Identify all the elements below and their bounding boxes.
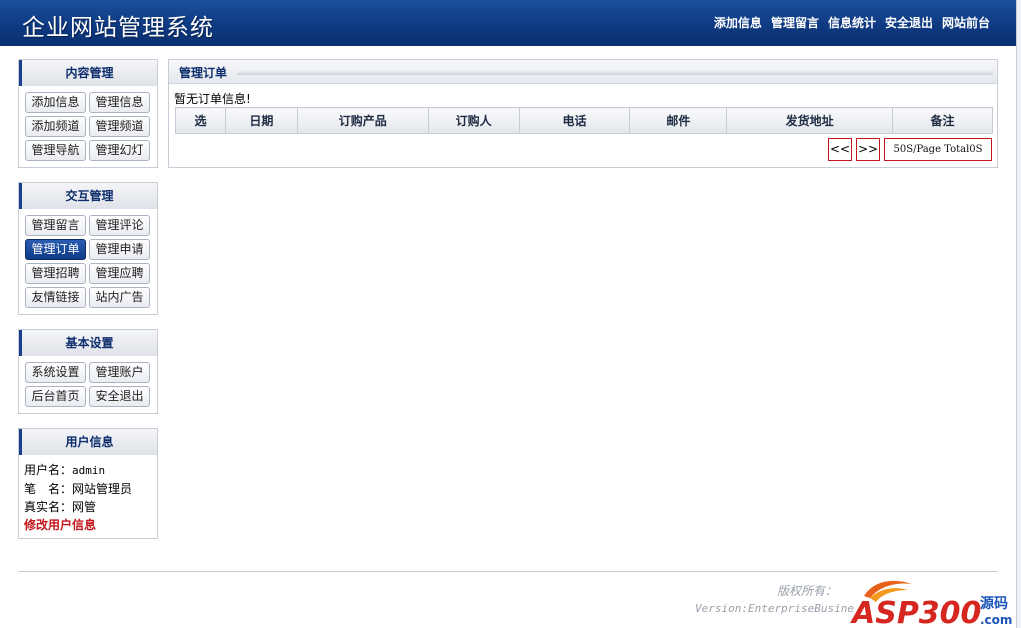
manage-messages-button[interactable]: 管理留言 — [25, 215, 86, 236]
col-phone: 电话 — [518, 107, 631, 134]
manage-applications-button[interactable]: 管理申请 — [89, 239, 150, 260]
manage-slides-button[interactable]: 管理幻灯 — [89, 140, 150, 161]
realname-row: 真实名：网管 — [24, 498, 152, 516]
col-product: 订购产品 — [296, 107, 429, 134]
next-page-button[interactable]: >> — [856, 138, 880, 161]
page-info: 50S/Page Total0S — [884, 138, 992, 161]
asp300-logo-icon: ASP300 源码 .com — [850, 580, 1012, 628]
orders-panel: 管理订单 暂无订单信息! 选 日期 订购产品 订购人 电话 邮件 发货地址 备注… — [168, 59, 998, 168]
nav-statistics[interactable]: 信息统计 — [828, 14, 876, 31]
panel-interaction-management: 交互管理 管理留言 管理评论 管理订单 管理申请 管理招聘 管理应聘 友情链接 … — [18, 182, 158, 315]
prev-page-button[interactable]: << — [828, 138, 852, 161]
admin-home-button[interactable]: 后台首页 — [25, 386, 86, 407]
scrollbar-track[interactable] — [1016, 0, 1021, 628]
nav-logout[interactable]: 安全退出 — [885, 14, 933, 31]
logo-text: ASP300 — [850, 596, 981, 628]
nav-manage-messages[interactable]: 管理留言 — [771, 14, 819, 31]
panel-basic-settings: 基本设置 系统设置 管理账户 后台首页 安全退出 — [18, 329, 158, 414]
pagination: << >> 50S/Page Total0S — [828, 138, 992, 161]
username-value: admin — [72, 464, 106, 477]
col-address: 发货地址 — [726, 107, 894, 134]
orders-panel-header: 管理订单 — [169, 60, 997, 84]
empty-notice: 暂无订单信息! — [174, 92, 251, 106]
add-info-button[interactable]: 添加信息 — [25, 92, 86, 113]
col-select: 选 — [175, 107, 226, 134]
manage-channel-button[interactable]: 管理频道 — [89, 116, 150, 137]
manage-job-applications-button[interactable]: 管理应聘 — [89, 263, 150, 284]
header-divider — [237, 71, 993, 75]
edit-user-info-link[interactable]: 修改用户信息 — [24, 516, 152, 534]
manage-orders-button[interactable]: 管理订单 — [25, 239, 86, 260]
version-text: Version:EnterpriseBusiness — [695, 602, 855, 615]
manage-info-button[interactable]: 管理信息 — [89, 92, 150, 113]
top-header: 企业网站管理系统 添加信息 管理留言 信息统计 安全退出 网站前台 — [0, 0, 1016, 46]
nickname-label: 笔 名： — [24, 482, 73, 496]
panel-title: 用户信息 — [19, 429, 157, 455]
panel-title: 内容管理 — [19, 60, 157, 86]
manage-nav-button[interactable]: 管理导航 — [25, 140, 86, 161]
realname-value: 网管 — [72, 500, 97, 514]
manage-recruitment-button[interactable]: 管理招聘 — [25, 263, 86, 284]
logo-sub: 源码 — [980, 595, 1008, 612]
nickname-value: 网站管理员 — [72, 482, 133, 496]
nav-add-info[interactable]: 添加信息 — [714, 14, 762, 31]
username-row: 用户名：admin — [24, 461, 152, 480]
col-buyer: 订购人 — [427, 107, 520, 134]
friend-links-button[interactable]: 友情链接 — [25, 287, 86, 308]
col-date: 日期 — [224, 107, 298, 134]
panel-title: 交互管理 — [19, 183, 157, 209]
footer-divider — [18, 571, 998, 572]
col-remark: 备注 — [892, 107, 993, 134]
panel-title: 基本设置 — [19, 330, 157, 356]
logo-com: .com — [980, 613, 1012, 627]
copyright-text: 版权所有： — [777, 584, 838, 598]
panel-user-info: 用户信息 用户名：admin 笔 名：网站管理员 真实名：网管 修改用户信息 — [18, 428, 158, 539]
add-channel-button[interactable]: 添加频道 — [25, 116, 86, 137]
manage-accounts-button[interactable]: 管理账户 — [89, 362, 150, 383]
nickname-row: 笔 名：网站管理员 — [24, 480, 152, 498]
orders-table: 选 日期 订购产品 订购人 电话 邮件 发货地址 备注 — [175, 107, 993, 134]
panel-content-management: 内容管理 添加信息 管理信息 添加频道 管理频道 管理导航 管理幻灯 — [18, 59, 158, 168]
manage-comments-button[interactable]: 管理评论 — [89, 215, 150, 236]
col-email: 邮件 — [629, 107, 728, 134]
table-header-row: 选 日期 订购产品 订购人 电话 邮件 发货地址 备注 — [175, 107, 993, 134]
username-label: 用户名： — [24, 463, 73, 477]
site-ads-button[interactable]: 站内广告 — [89, 287, 150, 308]
realname-label: 真实名： — [24, 500, 73, 514]
top-nav: 添加信息 管理留言 信息统计 安全退出 网站前台 — [714, 14, 990, 31]
page-title: 管理订单 — [179, 66, 228, 80]
logout-button[interactable]: 安全退出 — [89, 386, 150, 407]
app-title: 企业网站管理系统 — [22, 15, 214, 41]
nav-site-front[interactable]: 网站前台 — [942, 14, 990, 31]
system-settings-button[interactable]: 系统设置 — [25, 362, 86, 383]
